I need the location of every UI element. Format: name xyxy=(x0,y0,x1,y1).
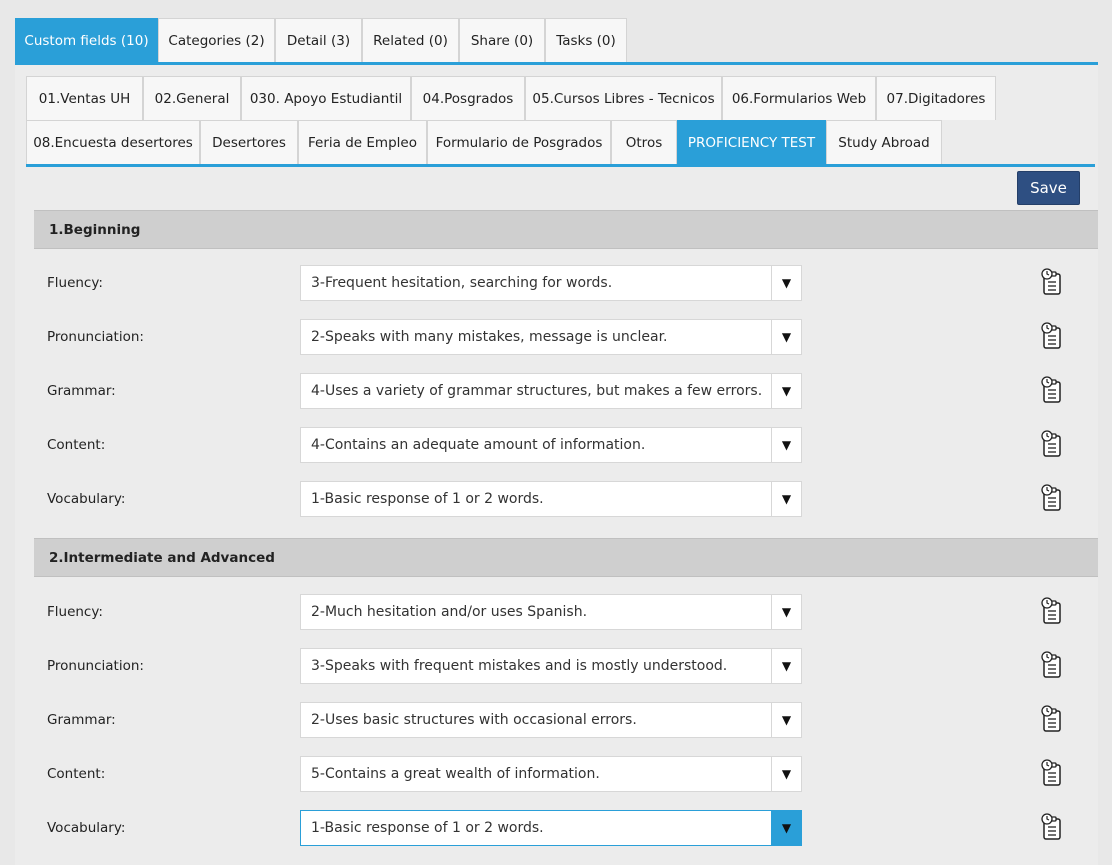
vocabulary-select[interactable]: 1-Basic response of 1 or 2 words. ▼ xyxy=(300,810,802,846)
grammar-select[interactable]: 4-Uses a variety of grammar structures, … xyxy=(300,373,802,409)
tab-detail[interactable]: Detail (3) xyxy=(275,18,362,62)
pronunciation-select[interactable]: 2-Speaks with many mistakes, message is … xyxy=(300,319,802,355)
select-value: 1-Basic response of 1 or 2 words. xyxy=(311,820,544,836)
fluency-select[interactable]: 2-Much hesitation and/or uses Spanish. ▼ xyxy=(300,594,802,630)
fluency-select[interactable]: 3-Frequent hesitation, searching for wor… xyxy=(300,265,802,301)
tab-related[interactable]: Related (0) xyxy=(362,18,459,62)
dropdown-arrow-icon[interactable]: ▼ xyxy=(771,703,801,737)
dropdown-arrow-icon[interactable]: ▼ xyxy=(771,374,801,408)
select-value: 4-Contains an adequate amount of informa… xyxy=(311,437,646,453)
subtab-desertores[interactable]: Desertores xyxy=(200,120,298,164)
subtab-formularios-web[interactable]: 06.Formularios Web xyxy=(722,76,876,120)
subtab-proficiency-test[interactable]: PROFICIENCY TEST xyxy=(677,120,826,164)
history-clipboard-icon[interactable] xyxy=(1041,759,1063,787)
dropdown-arrow-icon[interactable]: ▼ xyxy=(771,266,801,300)
subtab-digitadores[interactable]: 07.Digitadores xyxy=(876,76,996,120)
select-value: 1-Basic response of 1 or 2 words. xyxy=(311,491,544,507)
field-label: Vocabulary: xyxy=(47,820,126,836)
field-label: Content: xyxy=(47,766,106,782)
tab-categories[interactable]: Categories (2) xyxy=(158,18,275,62)
pronunciation-select[interactable]: 3-Speaks with frequent mistakes and is m… xyxy=(300,648,802,684)
history-clipboard-icon[interactable] xyxy=(1041,705,1063,733)
subtab-apoyo-estudiantil[interactable]: 030. Apoyo Estudiantil xyxy=(241,76,411,120)
field-row-intermediate-pronunciation: Pronunciation: 3-Speaks with frequent mi… xyxy=(34,648,1098,684)
content-select[interactable]: 4-Contains an adequate amount of informa… xyxy=(300,427,802,463)
dropdown-arrow-icon[interactable]: ▼ xyxy=(771,757,801,791)
subtab-otros[interactable]: Otros xyxy=(611,120,677,164)
subtab-posgrados[interactable]: 04.Posgrados xyxy=(411,76,525,120)
grammar-select[interactable]: 2-Uses basic structures with occasional … xyxy=(300,702,802,738)
dropdown-arrow-icon[interactable]: ▼ xyxy=(771,428,801,462)
subtab-formulario-de-posgrados[interactable]: Formulario de Posgrados xyxy=(427,120,611,164)
field-label: Grammar: xyxy=(47,383,116,399)
custom-field-group-tabs: 01.Ventas UH 02.General 030. Apoyo Estud… xyxy=(26,76,1095,167)
tab-custom-fields[interactable]: Custom fields (10) xyxy=(15,18,158,62)
vocabulary-select[interactable]: 1-Basic response of 1 or 2 words. ▼ xyxy=(300,481,802,517)
select-value: 2-Uses basic structures with occasional … xyxy=(311,712,637,728)
section-title: 1.Beginning xyxy=(49,221,141,238)
dropdown-arrow-icon[interactable]: ▼ xyxy=(771,811,801,845)
field-row-beginning-grammar: Grammar: 4-Uses a variety of grammar str… xyxy=(34,373,1098,409)
history-clipboard-icon[interactable] xyxy=(1041,376,1063,404)
field-row-beginning-content: Content: 4-Contains an adequate amount o… xyxy=(34,427,1098,463)
subtab-ventas-uh[interactable]: 01.Ventas UH xyxy=(26,76,143,120)
select-value: 5-Contains a great wealth of information… xyxy=(311,766,600,782)
select-value: 4-Uses a variety of grammar structures, … xyxy=(311,383,763,399)
history-clipboard-icon[interactable] xyxy=(1041,597,1063,625)
history-clipboard-icon[interactable] xyxy=(1041,813,1063,841)
sub-tab-row-1: 01.Ventas UH 02.General 030. Apoyo Estud… xyxy=(26,76,1095,120)
field-label: Fluency: xyxy=(47,604,103,620)
history-clipboard-icon[interactable] xyxy=(1041,268,1063,296)
dropdown-arrow-icon[interactable]: ▼ xyxy=(771,482,801,516)
field-row-intermediate-grammar: Grammar: 2-Uses basic structures with oc… xyxy=(34,702,1098,738)
top-tab-bar: Custom fields (10) Categories (2) Detail… xyxy=(15,18,1098,65)
field-row-intermediate-fluency: Fluency: 2-Much hesitation and/or uses S… xyxy=(34,594,1098,630)
select-value: 2-Much hesitation and/or uses Spanish. xyxy=(311,604,588,620)
field-label: Grammar: xyxy=(47,712,116,728)
history-clipboard-icon[interactable] xyxy=(1041,430,1063,458)
subtab-study-abroad[interactable]: Study Abroad xyxy=(826,120,942,164)
sub-tab-row-2: 08.Encuesta desertores Desertores Feria … xyxy=(26,120,1095,164)
section-header-beginning: 1.Beginning xyxy=(34,210,1098,249)
field-row-beginning-pronunciation: Pronunciation: 2-Speaks with many mistak… xyxy=(34,319,1098,355)
save-button[interactable]: Save xyxy=(1017,171,1080,205)
field-row-beginning-fluency: Fluency: 3-Frequent hesitation, searchin… xyxy=(34,265,1098,301)
content-select[interactable]: 5-Contains a great wealth of information… xyxy=(300,756,802,792)
dropdown-arrow-icon[interactable]: ▼ xyxy=(771,595,801,629)
history-clipboard-icon[interactable] xyxy=(1041,484,1063,512)
select-value: 2-Speaks with many mistakes, message is … xyxy=(311,329,668,345)
field-label: Content: xyxy=(47,437,106,453)
subtab-encuesta-desertores[interactable]: 08.Encuesta desertores xyxy=(26,120,200,164)
section-header-intermediate-advanced: 2.Intermediate and Advanced xyxy=(34,538,1098,577)
history-clipboard-icon[interactable] xyxy=(1041,322,1063,350)
field-row-intermediate-content: Content: 5-Contains a great wealth of in… xyxy=(34,756,1098,792)
subtab-feria-de-empleo[interactable]: Feria de Empleo xyxy=(298,120,427,164)
section-title: 2.Intermediate and Advanced xyxy=(49,549,275,566)
field-label: Vocabulary: xyxy=(47,491,126,507)
tab-tasks[interactable]: Tasks (0) xyxy=(545,18,627,62)
history-clipboard-icon[interactable] xyxy=(1041,651,1063,679)
select-value: 3-Frequent hesitation, searching for wor… xyxy=(311,275,613,291)
field-row-beginning-vocabulary: Vocabulary: 1-Basic response of 1 or 2 w… xyxy=(34,481,1098,517)
custom-fields-panel: 01.Ventas UH 02.General 030. Apoyo Estud… xyxy=(15,65,1098,865)
subtab-general[interactable]: 02.General xyxy=(143,76,241,120)
subtab-cursos-libres[interactable]: 05.Cursos Libres - Tecnicos xyxy=(525,76,722,120)
dropdown-arrow-icon[interactable]: ▼ xyxy=(771,320,801,354)
select-value: 3-Speaks with frequent mistakes and is m… xyxy=(311,658,728,674)
field-label: Pronunciation: xyxy=(47,329,144,345)
field-row-intermediate-vocabulary: Vocabulary: 1-Basic response of 1 or 2 w… xyxy=(34,810,1098,846)
field-label: Fluency: xyxy=(47,275,103,291)
tab-share[interactable]: Share (0) xyxy=(459,18,545,62)
field-label: Pronunciation: xyxy=(47,658,144,674)
dropdown-arrow-icon[interactable]: ▼ xyxy=(771,649,801,683)
